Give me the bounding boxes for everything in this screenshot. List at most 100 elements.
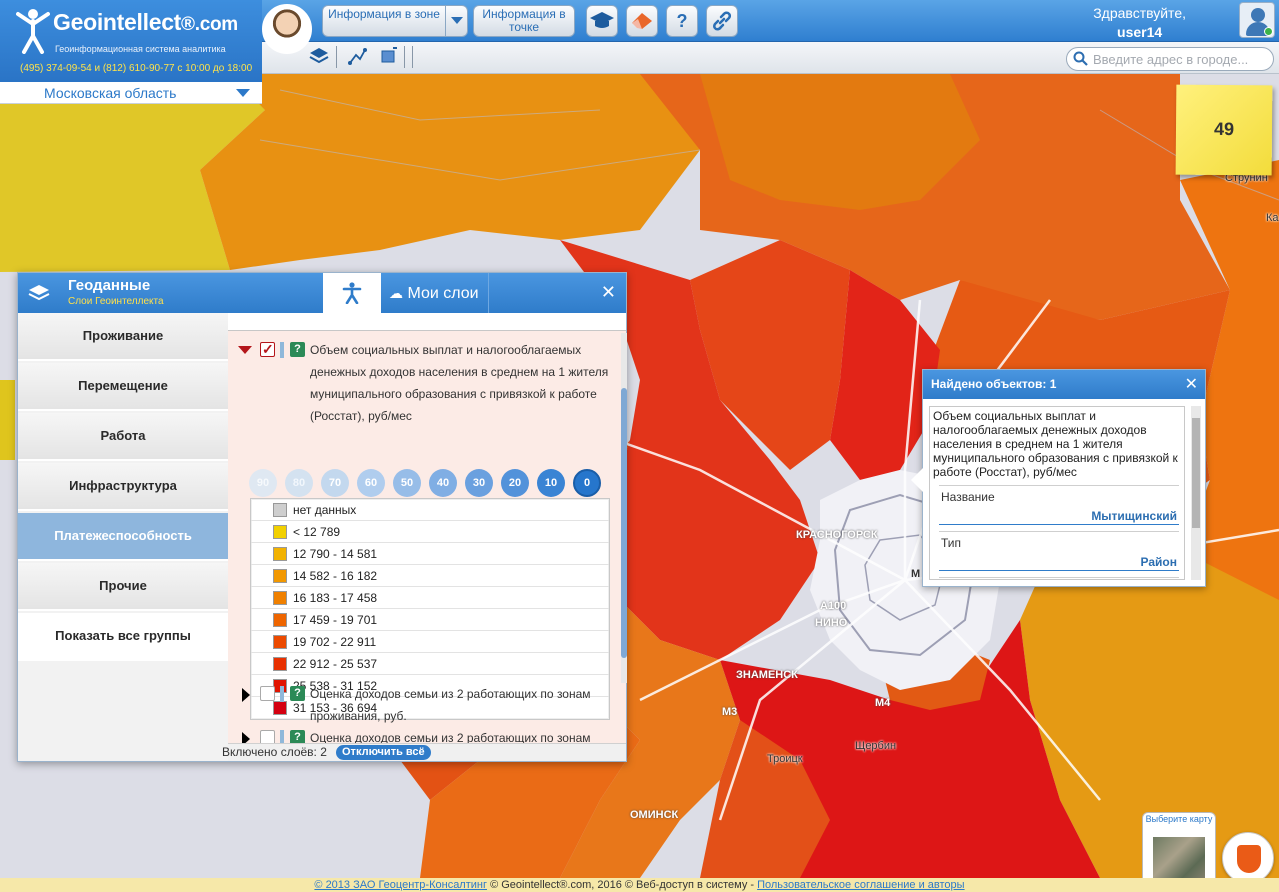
- map-label-kubinka: ОМИНСК: [630, 809, 679, 821]
- group-solvency[interactable]: Платежеспособность: [18, 513, 228, 561]
- legend-label: < 12 789: [293, 525, 341, 539]
- logo-block[interactable]: Geointellect®.com Геоинформационная сист…: [0, 0, 262, 82]
- panel-subtitle: Слои Геоинтеллекта: [68, 296, 164, 307]
- agreement-link[interactable]: Пользовательское соглашение и авторы: [757, 879, 964, 891]
- group-list: Проживание Перемещение Работа Инфраструк…: [18, 313, 228, 761]
- zone-info-button[interactable]: Информация в зоне: [322, 5, 468, 37]
- panel-footer: Включено слоёв: 2 Отключить всё: [222, 743, 626, 761]
- layer-color-bar: [280, 730, 284, 743]
- disable-all-button[interactable]: Отключить всё: [336, 745, 431, 760]
- address-search[interactable]: [1066, 47, 1274, 71]
- panel-header: Геоданные Слои Геоинтеллекта ☁ Мои слои …: [18, 273, 626, 313]
- property-value: Мытищинский: [1091, 509, 1177, 523]
- search-icon[interactable]: [1073, 51, 1088, 69]
- show-all-groups[interactable]: Показать все группы: [18, 613, 228, 661]
- group-housing[interactable]: Проживание: [18, 313, 228, 361]
- layer-checkbox[interactable]: [260, 338, 275, 360]
- layers-icon[interactable]: [308, 46, 330, 68]
- layers-stack-icon: [28, 283, 50, 303]
- map-label-shcherbinka: Щербин: [855, 740, 897, 752]
- opacity-20[interactable]: 20: [501, 469, 529, 497]
- chevron-down-icon[interactable]: [236, 89, 250, 97]
- popup-scrollbar[interactable]: [1191, 406, 1201, 580]
- layer-color-bar: [280, 342, 284, 358]
- map-label-krasnogorsk: КРАСНОГОРСК: [796, 529, 878, 541]
- region-selector[interactable]: Московская область: [0, 82, 262, 104]
- legend-row: 19 702 - 22 911: [251, 631, 609, 653]
- layer-checkbox[interactable]: [260, 730, 275, 743]
- legend-swatch: [273, 635, 287, 649]
- geodata-panel: Геоданные Слои Геоинтеллекта ☁ Мои слои …: [17, 272, 627, 762]
- popup-content: Объем социальных выплат и налогооблагаем…: [929, 406, 1185, 580]
- support-operator-avatar[interactable]: [262, 4, 312, 54]
- opacity-80[interactable]: 80: [285, 469, 313, 497]
- map-label-nino: НИНО: [815, 617, 848, 629]
- measure-distance-icon[interactable]: [346, 46, 368, 68]
- tab-my-layers-label: Мои слои: [407, 285, 479, 302]
- close-icon[interactable]: ✕: [601, 282, 616, 303]
- opacity-50[interactable]: 50: [393, 469, 421, 497]
- measure-area-icon[interactable]: [378, 46, 400, 68]
- search-input[interactable]: [1093, 51, 1269, 67]
- layer-title: Оценка доходов семьи из 2 работающих по …: [310, 687, 591, 723]
- link-icon[interactable]: [706, 5, 738, 37]
- opacity-30[interactable]: 30: [465, 469, 493, 497]
- region-label: Московская область: [44, 85, 177, 101]
- tab-my-layers[interactable]: ☁ Мои слои: [381, 273, 489, 313]
- toolbar-divider: [336, 46, 337, 68]
- zone-info-dropdown[interactable]: [445, 6, 467, 36]
- opacity-10[interactable]: 10: [537, 469, 565, 497]
- layer-checkbox[interactable]: [260, 686, 275, 701]
- user-avatar[interactable]: [1239, 2, 1275, 38]
- layer-list-scrollbar[interactable]: [621, 333, 627, 683]
- graduation-cap-icon[interactable]: [586, 5, 618, 37]
- dropdown-arrow-icon: [451, 17, 463, 24]
- map-label-ka: Ка: [1266, 212, 1279, 224]
- legend-label: 19 702 - 22 911: [293, 635, 377, 649]
- point-info-button[interactable]: Информация в точке: [473, 5, 575, 37]
- layer-title: Объем социальных выплат и налогооблагаем…: [310, 343, 609, 423]
- help-icon[interactable]: ?: [290, 342, 305, 357]
- property-row: Доход: [939, 577, 1179, 579]
- contact-phone: (495) 374-09-54 и (812) 610-90-77 с 10:0…: [20, 63, 253, 74]
- sticky-note[interactable]: 49: [1175, 84, 1273, 176]
- map-label-a100: А100: [820, 600, 847, 612]
- layers-enabled-count: Включено слоёв: 2: [222, 745, 327, 759]
- tab-geointellect-layers[interactable]: [323, 273, 381, 313]
- map-pin-icon[interactable]: [1222, 832, 1274, 884]
- expand-arrow-icon[interactable]: [242, 732, 250, 743]
- group-other[interactable]: Прочие: [18, 563, 228, 611]
- legend-swatch: [273, 569, 287, 583]
- opacity-60[interactable]: 60: [357, 469, 385, 497]
- scrollbar-thumb[interactable]: [621, 388, 627, 658]
- layer-list-header: [228, 313, 626, 331]
- footer-text: © Geointellect®.com, 2016 © Веб-доступ в…: [490, 879, 755, 891]
- group-infrastructure[interactable]: Инфраструктура: [18, 463, 228, 511]
- help-icon[interactable]: ?: [290, 730, 305, 743]
- group-work[interactable]: Работа: [18, 413, 228, 461]
- legend-swatch: [273, 547, 287, 561]
- opacity-0[interactable]: 0: [573, 469, 601, 497]
- help-icon[interactable]: ?: [290, 686, 305, 701]
- help-icon[interactable]: ?: [666, 5, 698, 37]
- logo-subtitle: Геоинформационная система аналитика: [55, 44, 226, 54]
- collapse-arrow-icon[interactable]: [238, 346, 252, 354]
- scrollbar-thumb[interactable]: [1192, 418, 1200, 528]
- copyright-link[interactable]: © 2013 ЗАО Геоцентр-Консалтинг: [314, 879, 487, 891]
- property-row: Тип Район: [939, 531, 1179, 571]
- opacity-40[interactable]: 40: [429, 469, 457, 497]
- opacity-90[interactable]: 90: [249, 469, 277, 497]
- expand-arrow-icon[interactable]: [242, 688, 250, 702]
- opacity-70[interactable]: 70: [321, 469, 349, 497]
- greeting-text: Здравствуйте,: [1093, 5, 1186, 21]
- close-icon[interactable]: ✕: [1185, 370, 1198, 399]
- eraser-icon[interactable]: [626, 5, 658, 37]
- panel-title: Геоданные: [68, 277, 151, 294]
- legend-label: 22 912 - 25 537: [293, 657, 378, 671]
- toolbar-divider: [404, 46, 405, 68]
- property-key: Тип: [941, 536, 962, 550]
- group-movement[interactable]: Перемещение: [18, 363, 228, 411]
- layer-item: ? Объем социальных выплат и налогооблага…: [238, 338, 609, 427]
- footer: © 2013 ЗАО Геоцентр-Консалтинг © Geointe…: [0, 878, 1279, 892]
- basemap-chooser[interactable]: Выберите карту: [1142, 812, 1216, 888]
